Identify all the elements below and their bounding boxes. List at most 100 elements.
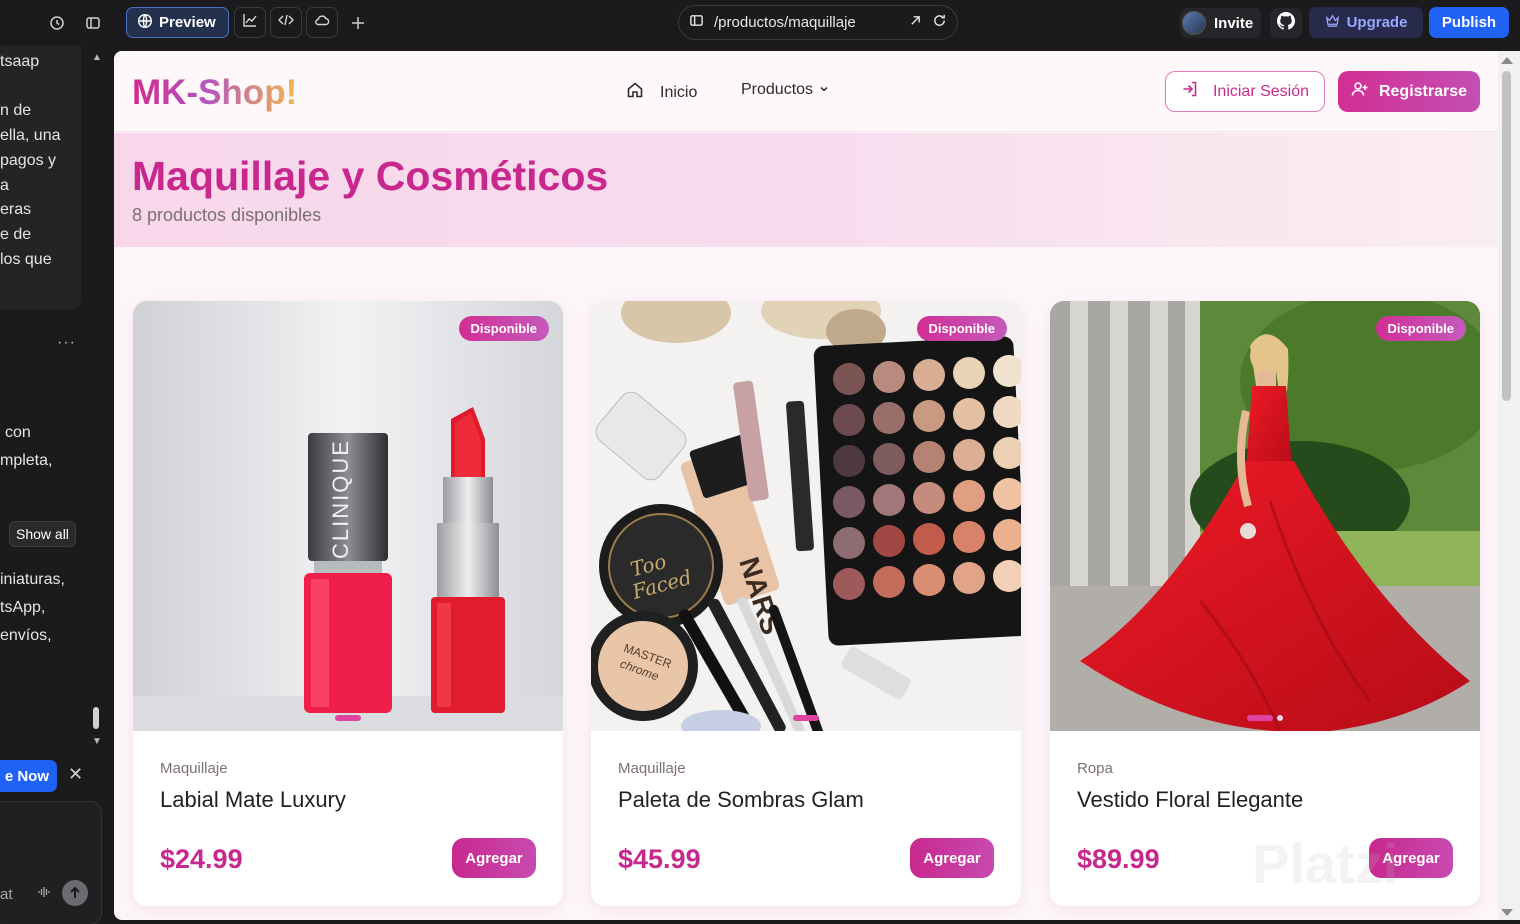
eyeshadow-pan [833, 363, 865, 395]
chat-text-line: pagos y [0, 152, 57, 169]
eyeshadow-pan [913, 359, 945, 391]
refresh-icon[interactable] [932, 13, 947, 32]
site-logo[interactable]: MK-Shop! [132, 73, 297, 113]
category-hero: Maquillaje y Cosméticos 8 productos disp… [114, 133, 1498, 247]
page-title: Maquillaje y Cosméticos [132, 153, 609, 199]
add-to-cart-button[interactable]: Agregar [910, 838, 994, 878]
url-bar[interactable]: /productos/maquillaje [678, 5, 958, 40]
preview-button[interactable]: Preview [126, 7, 229, 38]
product-category: Ropa [1077, 760, 1113, 777]
chat-input-box[interactable] [0, 801, 102, 924]
scroll-up-arrow-icon[interactable] [1501, 57, 1513, 64]
product-image[interactable]: CLINIQUE Disponible [133, 301, 563, 731]
site-preview-frame: MK-Shop! Inicio Productos Iniciar Sesión… [114, 51, 1520, 920]
chat-text-line: mpleta, [0, 452, 53, 469]
product-card[interactable]: Disponible Ropa Vestido Floral Elegante … [1050, 301, 1480, 906]
product-image[interactable]: NARS Too Faced MASTER chrome Disponible [591, 301, 1021, 731]
open-external-icon[interactable] [909, 14, 922, 31]
eyeshadow-pan [953, 521, 985, 553]
product-category: Maquillaje [160, 760, 228, 777]
chat-text-line: a [0, 177, 9, 194]
more-options-icon[interactable]: ··· [57, 334, 76, 352]
page-layout-icon [689, 13, 704, 32]
availability-badge: Disponible [916, 316, 1007, 341]
chat-text-line: e de [0, 226, 32, 243]
chat-text-line: tsApp, [0, 599, 46, 616]
publish-button[interactable]: Publish [1429, 7, 1509, 38]
register-label: Registrarse [1378, 82, 1468, 100]
invite-button[interactable]: Invite [1180, 8, 1262, 38]
globe-icon [137, 13, 153, 33]
upgrade-now-button[interactable]: e Now [0, 760, 57, 792]
sidebar-toggle-icon[interactable] [78, 8, 108, 38]
scroll-down-arrow-icon[interactable] [1501, 909, 1513, 916]
url-text: /productos/maquillaje [714, 14, 856, 31]
product-name[interactable]: Paleta de Sombras Glam [618, 787, 864, 813]
github-icon [1277, 11, 1295, 35]
chat-scrollbar-thumb[interactable] [93, 707, 99, 729]
nav-item-productos[interactable]: Productos [741, 81, 829, 99]
preview-scrollbar[interactable] [1498, 51, 1520, 920]
site-navbar: MK-Shop! Inicio Productos Iniciar Sesión… [114, 51, 1498, 132]
product-image[interactable]: Disponible [1050, 301, 1480, 731]
analytics-button[interactable] [234, 7, 266, 38]
invite-label: Invite [1214, 14, 1254, 32]
eyeshadow-pan [873, 566, 905, 598]
chat-text-line: iniaturas, [0, 571, 65, 588]
login-button[interactable]: Iniciar Sesión [1165, 71, 1325, 112]
code-button[interactable] [270, 7, 302, 38]
nav-item-inicio[interactable]: Inicio [626, 81, 697, 104]
eyeshadow-pan [873, 443, 905, 475]
upgrade-label: Upgrade [1346, 14, 1408, 31]
product-card[interactable]: CLINIQUE Disponible Maquillaje Labial Ma… [133, 301, 563, 906]
crown-icon [1325, 13, 1340, 32]
product-card[interactable]: NARS Too Faced MASTER chrome Disponible [591, 301, 1021, 906]
availability-badge: Disponible [458, 316, 549, 341]
platzi-watermark: Platzi [1252, 832, 1399, 895]
chart-line-icon [242, 12, 258, 33]
register-button[interactable]: Registrarse [1338, 71, 1480, 112]
image-carousel-indicator[interactable] [1247, 715, 1283, 721]
image-carousel-indicator[interactable] [335, 715, 361, 721]
eyeshadow-pan [873, 361, 905, 393]
eyeshadow-pan [953, 398, 985, 430]
scroll-up-arrow-icon[interactable]: ▲ [92, 52, 102, 63]
eyeshadow-pan [913, 564, 945, 596]
send-icon[interactable] [62, 880, 88, 906]
product-price: $89.99 [1077, 844, 1160, 874]
eyeshadow-pan [913, 523, 945, 555]
eyeshadow-pan [873, 402, 905, 434]
eyeshadow-pan [833, 568, 865, 600]
eyeshadow-pan [913, 441, 945, 473]
eyeshadow-pan [873, 484, 905, 516]
close-icon[interactable]: ✕ [68, 764, 83, 785]
eyeshadow-pan [833, 404, 865, 436]
cloud-button[interactable] [306, 7, 338, 38]
eyeshadow-pan [833, 527, 865, 559]
eyeshadow-pan [873, 525, 905, 557]
add-icon[interactable] [343, 8, 373, 38]
product-price: $24.99 [160, 844, 243, 874]
upgrade-button[interactable]: Upgrade [1309, 7, 1423, 38]
add-to-cart-button[interactable]: Agregar [452, 838, 536, 878]
product-name[interactable]: Labial Mate Luxury [160, 787, 346, 813]
chevron-down-icon [819, 81, 829, 99]
availability-badge: Disponible [1375, 316, 1466, 341]
product-name[interactable]: Vestido Floral Elegante [1077, 787, 1303, 813]
show-all-button[interactable]: Show all [9, 521, 76, 547]
github-button[interactable] [1270, 8, 1302, 38]
avatar [1182, 11, 1206, 35]
image-carousel-indicator[interactable] [793, 715, 819, 721]
history-icon[interactable] [42, 8, 72, 38]
code-icon [278, 12, 294, 33]
product-count: 8 productos disponibles [132, 205, 322, 225]
chat-input-placeholder: at [0, 886, 13, 903]
svg-text:CLINIQUE: CLINIQUE [328, 439, 353, 559]
login-icon [1181, 80, 1199, 103]
editor-toolbar: Preview /productos/maquillaje Invite Upg… [0, 0, 1520, 46]
scrollbar-thumb[interactable] [1502, 71, 1511, 401]
voice-icon[interactable] [34, 882, 54, 902]
eyeshadow-pan [953, 357, 985, 389]
scroll-down-arrow-icon[interactable]: ▼ [92, 736, 102, 747]
chat-text-line: eras [0, 201, 32, 218]
